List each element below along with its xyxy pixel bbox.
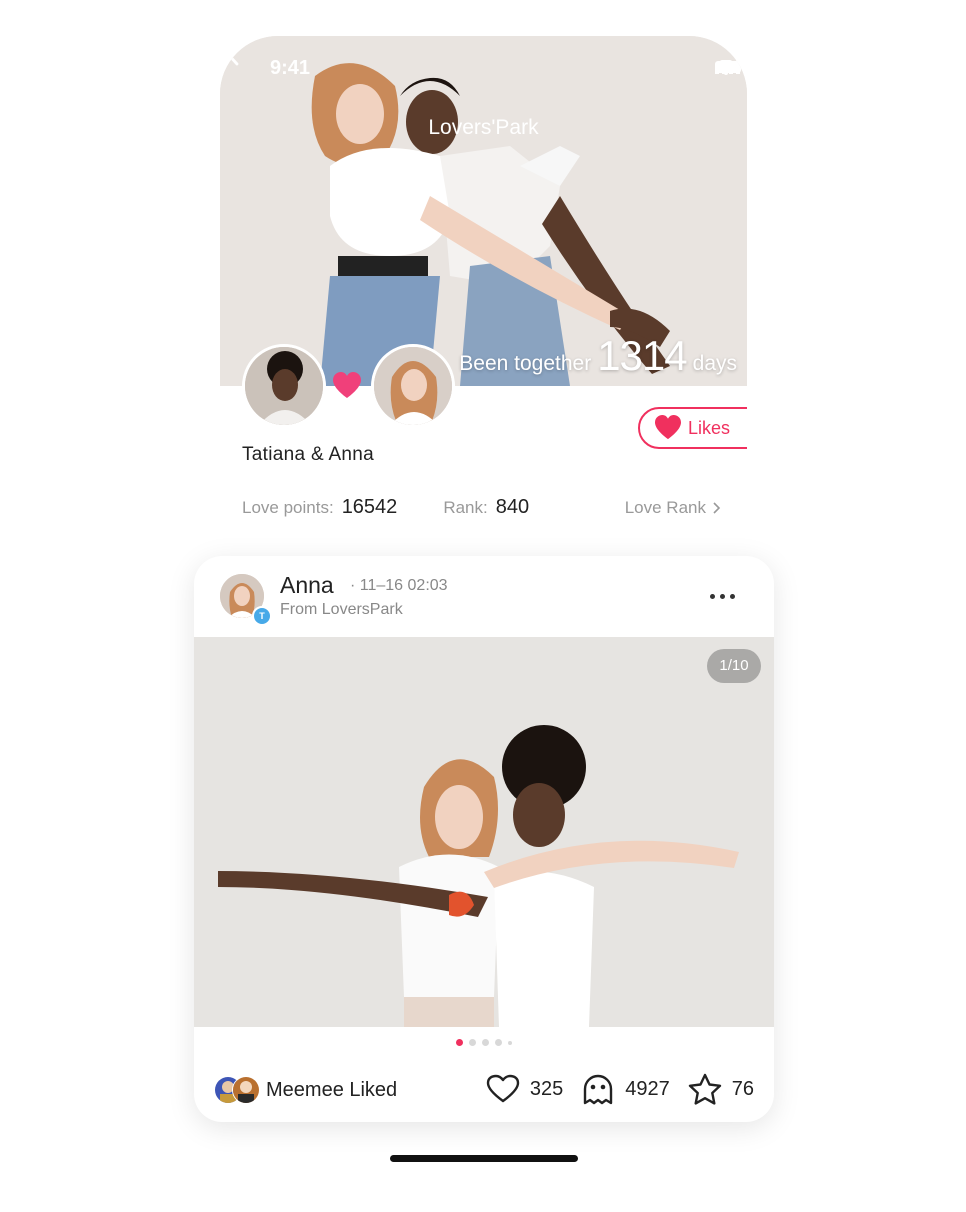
post-couple-illustration	[194, 637, 774, 1027]
profile-header-section: 9:41 Lovers'Park Been together 1314 days	[220, 36, 747, 556]
like-action[interactable]: 325	[486, 1074, 563, 1104]
together-unit: days	[692, 352, 737, 375]
carousel-dot[interactable]	[495, 1039, 502, 1046]
carousel-dot[interactable]	[456, 1039, 463, 1046]
heart-icon	[655, 415, 681, 440]
stats-row: Love points: 16542 Rank: 840 Love Rank	[242, 496, 722, 519]
page-title: Lovers'Park	[428, 116, 539, 139]
likes-button-label: Likes	[688, 417, 731, 438]
heart-icon	[333, 372, 361, 398]
verified-badge: T	[252, 606, 272, 626]
comment-count: 4927	[625, 1077, 670, 1100]
more-dot-icon	[730, 593, 735, 599]
favorite-action[interactable]: 76	[688, 1073, 754, 1105]
together-counter: Been together 1314 days	[459, 332, 737, 380]
chevron-right-icon	[713, 501, 721, 514]
together-label: Been together	[459, 352, 592, 375]
avatar-anna-image	[374, 347, 452, 425]
more-dot-icon	[720, 593, 725, 599]
likes-button[interactable]: Likes	[638, 407, 747, 449]
love-rank-label: Love Rank	[624, 497, 706, 517]
comment-ghost-icon	[584, 1074, 613, 1105]
rank-label: Rank:	[443, 497, 488, 517]
post-timestamp: · 11–16 02:03	[350, 577, 448, 594]
more-dot-icon	[710, 593, 715, 599]
post-actions: 325 4927 76	[486, 1072, 754, 1106]
liker-avatar	[232, 1076, 260, 1104]
heart-outline-icon	[486, 1074, 520, 1103]
chevron-left-icon[interactable]	[220, 36, 244, 70]
avatar-anna[interactable]	[371, 344, 455, 428]
comment-action[interactable]: 4927	[581, 1072, 670, 1106]
hero-photo: 9:41 Lovers'Park Been together 1314 days	[220, 36, 747, 386]
couple-names: Tatiana & Anna	[242, 444, 375, 465]
favorite-count: 76	[731, 1077, 754, 1100]
avatar-tatiana[interactable]	[242, 344, 326, 428]
liker-avatar-image	[233, 1077, 259, 1103]
love-points-label: Love points:	[242, 497, 334, 517]
liked-by-row[interactable]: Meemee Liked	[214, 1076, 397, 1104]
post-card: T Anna · 11–16 02:03 From LoversPark 1/1…	[194, 556, 774, 1122]
together-days: 1314	[597, 332, 687, 379]
status-time: 9:41	[270, 57, 311, 79]
love-points-value: 16542	[341, 496, 398, 518]
liked-by-text: Meemee Liked	[266, 1078, 398, 1101]
post-header: T Anna · 11–16 02:03 From LoversPark	[194, 556, 774, 636]
carousel-dot[interactable]	[482, 1039, 489, 1046]
home-indicator[interactable]	[390, 1155, 578, 1162]
post-author-name[interactable]: Anna	[280, 572, 334, 599]
rank-value: 840	[495, 496, 530, 518]
star-outline-icon	[688, 1073, 721, 1105]
carousel-dots	[194, 1039, 774, 1046]
battery-icon	[715, 61, 741, 73]
post-source: From LoversPark	[280, 601, 403, 618]
post-photo[interactable]: 1/10	[194, 637, 774, 1027]
like-count: 325	[529, 1077, 564, 1100]
avatar-tatiana-image	[245, 347, 323, 425]
carousel-dot[interactable]	[469, 1039, 476, 1046]
love-rank-link[interactable]: Love Rank	[625, 498, 722, 518]
photo-counter: 1/10	[707, 649, 761, 683]
more-options-button[interactable]	[710, 586, 744, 606]
carousel-dot[interactable]	[508, 1040, 512, 1045]
